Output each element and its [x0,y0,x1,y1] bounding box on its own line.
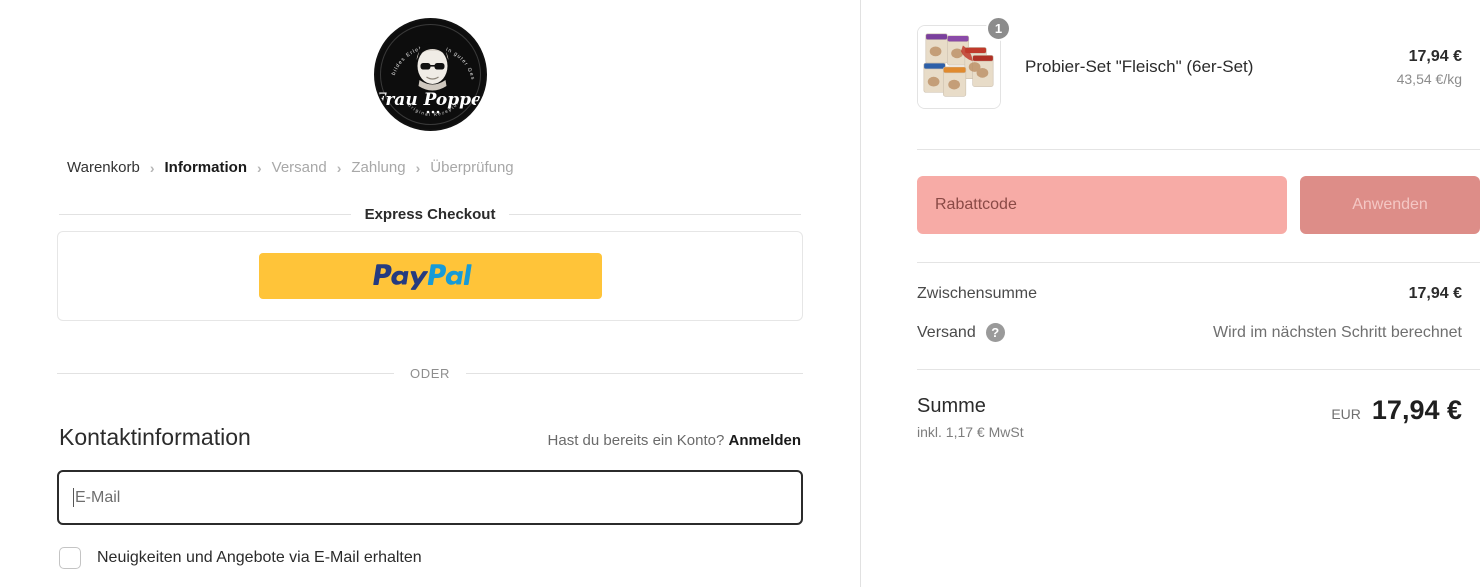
newsletter-label: Neuigkeiten und Angebote via E-Mail erha… [97,549,422,566]
quantity-badge: 1 [986,16,1011,41]
account-prompt-text: Hast du bereits ein Konto? [547,432,725,449]
paypal-button[interactable] [258,253,602,299]
newsletter-row: Neuigkeiten und Angebote via E-Mail erha… [57,547,803,569]
frau-poppes-logo[interactable]: bildes Erlebnis in guter Geschmack Origi… [373,18,487,131]
divider-line-right [509,214,802,215]
breadcrumb-item-versand: Versand [271,159,327,176]
product-thumbnail-wrapper: 1 [917,16,1011,109]
breadcrumb-separator-icon: › [149,159,155,176]
or-divider-line-left [57,373,395,374]
subtotal-value: 17,94 € [1408,285,1462,302]
email-field[interactable]: E-Mail [57,470,803,525]
breadcrumb-separator-icon: › [415,159,421,176]
logo-artwork-icon: bildes Erlebnis in guter Geschmack Origi… [376,20,487,117]
breadcrumb-item-ueberpruefung: Überprüfung [430,159,514,176]
discount-code-placeholder: Rabattcode [935,196,1017,213]
breadcrumb: Warenkorb › Information › Versand › Zahl… [57,159,803,176]
breadcrumb-item-zahlung: Zahlung [351,159,406,176]
product-thumbnail[interactable] [917,25,1001,109]
product-image-icon [918,26,1000,108]
or-divider-label: ODER [410,366,450,381]
cart-line-item: 1 Probier-Set "Fleisch" (6er-Set) 17,94 … [917,16,1480,109]
subtotal-label: Zwischensumme [917,285,1038,302]
product-price: 17,94 € [1408,47,1462,65]
help-icon[interactable]: ? [985,323,1005,342]
total-currency: EUR [1331,406,1361,422]
product-price-column: 17,94 € 43,54 €/kg [1397,48,1480,87]
shipping-label: Versand [917,323,976,341]
paypal-logo-icon [373,263,472,290]
breadcrumb-separator-icon: › [256,159,262,176]
express-checkout-heading: Express Checkout [57,206,803,223]
breadcrumb-item-warenkorb[interactable]: Warenkorb [67,159,140,176]
summary-divider-bottom [917,369,1480,370]
brand-logo-wrapper: bildes Erlebnis in guter Geschmack Origi… [57,18,803,131]
text-cursor [73,488,74,507]
email-placeholder: E-Mail [75,488,121,506]
product-name: Probier-Set "Fleisch" (6er-Set) [1025,57,1254,76]
newsletter-checkbox[interactable] [59,547,81,569]
total-amount-group: EUR 17,94 € [1331,395,1462,426]
total-tax-note: inkl. 1,17 € MwSt [917,424,1024,440]
shipping-row: Versand ? Wird im nächsten Schritt berec… [917,323,1480,342]
total-label: Summe [917,395,986,417]
summary-divider-middle [917,262,1480,263]
express-checkout-box [57,231,803,321]
total-row: Summe inkl. 1,17 € MwSt EUR 17,94 € [917,395,1480,440]
account-prompt: Hast du bereits ein Konto? Anmelden [548,432,801,449]
discount-code-input[interactable]: Rabattcode [917,176,1287,234]
login-link[interactable]: Anmelden [728,432,801,449]
breadcrumb-item-information[interactable]: Information [164,159,247,176]
or-divider-line-right [465,373,803,374]
shipping-label-group: Versand ? [917,323,1005,342]
svg-text:Frau Poppes: Frau Poppes [376,90,487,110]
total-value: 17,94 € [1371,395,1462,425]
total-label-group: Summe inkl. 1,17 € MwSt [917,395,1024,440]
express-checkout-title: Express Checkout [364,206,496,223]
discount-code-row: Rabattcode Anwenden [917,176,1480,234]
breadcrumb-separator-icon: › [336,159,342,176]
contact-information-title: Kontaktinformation [59,424,251,450]
checkout-left-column: bildes Erlebnis in guter Geschmack Origi… [0,0,861,587]
shipping-value: Wird im nächsten Schritt berechnet [1213,323,1462,341]
product-unit-price: 43,54 €/kg [1396,70,1462,87]
or-divider: ODER [57,366,803,381]
subtotal-row: Zwischensumme 17,94 € [917,285,1480,303]
order-summary-column: 1 Probier-Set "Fleisch" (6er-Set) 17,94 … [861,0,1480,587]
apply-discount-button[interactable]: Anwenden [1300,176,1480,234]
checkout-page: bildes Erlebnis in guter Geschmack Origi… [0,0,1480,587]
summary-divider-top [917,149,1480,150]
contact-information-header: Kontaktinformation Hast du bereits ein K… [57,424,803,451]
divider-line-left [59,214,351,215]
